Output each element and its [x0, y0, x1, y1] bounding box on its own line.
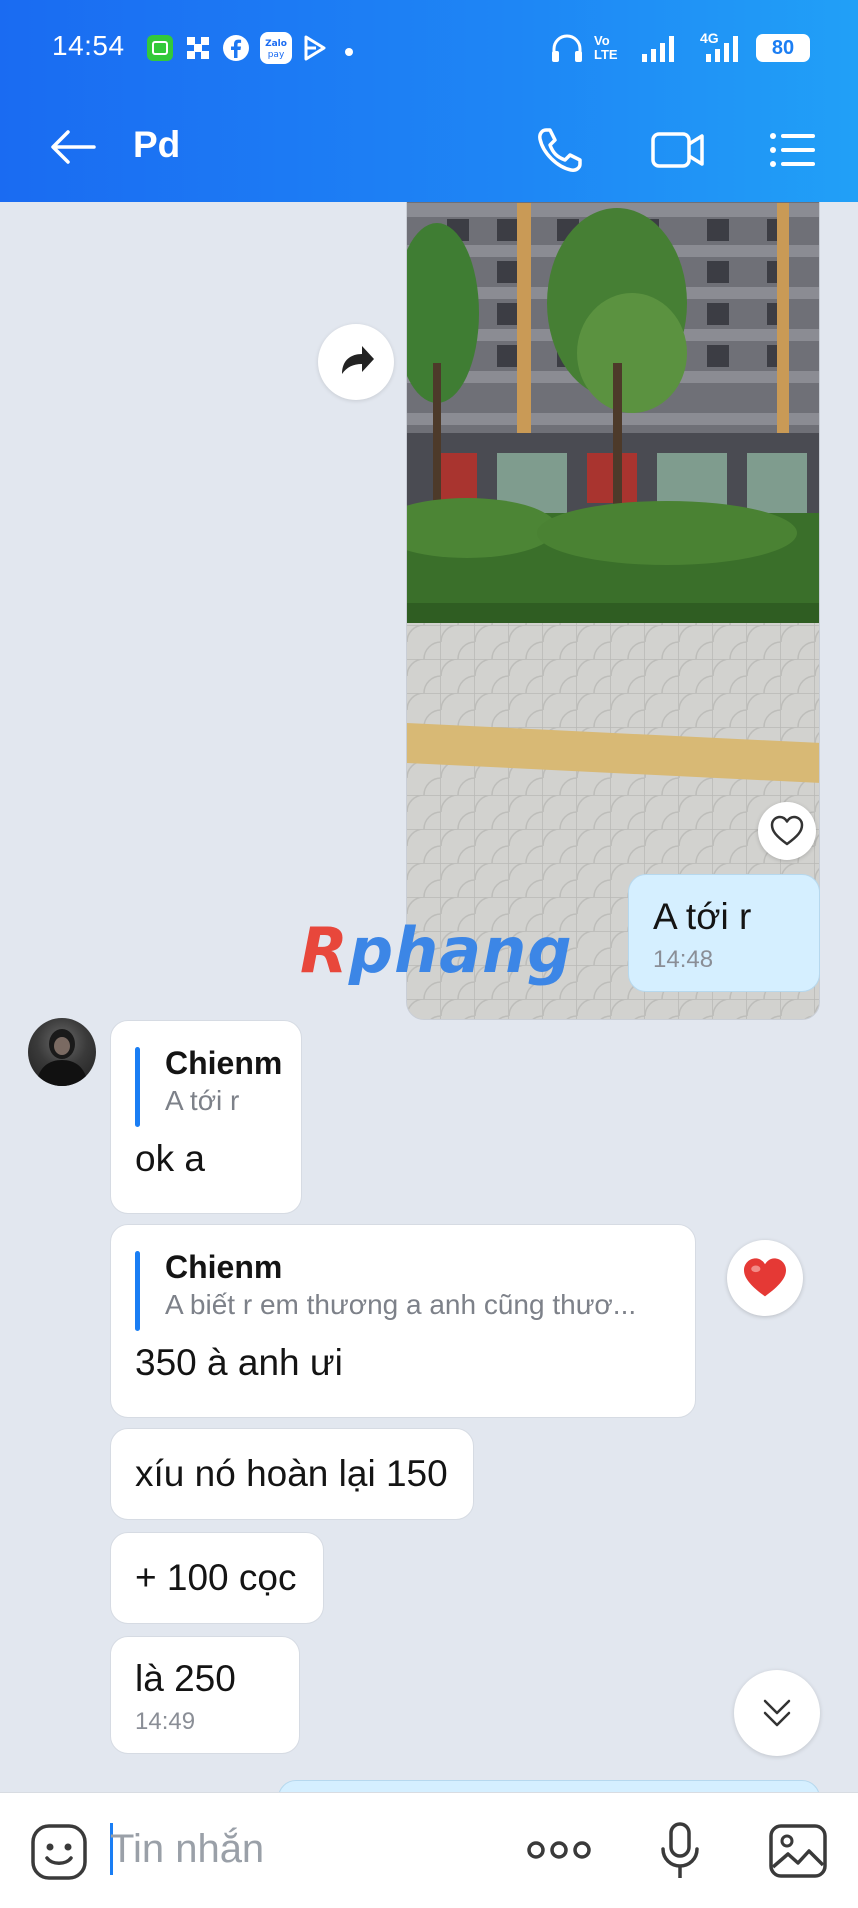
app-icon: [146, 34, 174, 67]
incoming-message[interactable]: Chienm A tới r ok a: [110, 1020, 302, 1214]
quote-sender: Chienm: [165, 1045, 283, 1081]
play-icon: [302, 34, 328, 67]
microphone-icon: [661, 1822, 699, 1878]
share-button[interactable]: [318, 324, 394, 400]
scroll-to-bottom-button[interactable]: [734, 1670, 820, 1756]
phone-icon: [538, 128, 582, 172]
message-text: A tới r: [653, 896, 752, 937]
message-time: 14:49: [135, 1708, 196, 1735]
status-time: 14:54: [52, 30, 125, 61]
facebook-icon: [222, 34, 250, 67]
more-icon: [527, 1841, 591, 1859]
quote-accent-bar: [135, 1251, 140, 1331]
zalopay-icon: Zalo pay: [259, 31, 293, 70]
send-image-button[interactable]: [768, 1823, 828, 1884]
heart-reaction-button[interactable]: [727, 1240, 803, 1316]
incoming-message[interactable]: là 250 14:49: [110, 1636, 300, 1754]
watermark-rest: phang: [348, 914, 573, 987]
back-button[interactable]: [46, 122, 106, 172]
incoming-message[interactable]: + 100 cọc: [110, 1532, 324, 1624]
double-chevron-down-icon: [763, 1699, 791, 1727]
sticker-button[interactable]: [30, 1823, 88, 1886]
photo-react-button[interactable]: [758, 802, 816, 860]
video-camera-icon: [651, 132, 704, 168]
quote-text: A tới r: [165, 1085, 240, 1116]
avatar[interactable]: [28, 1018, 96, 1086]
quoted-reply[interactable]: Chienm A tới r: [135, 1043, 283, 1127]
quote-text: A biết r em thương a anh cũng thươ...: [165, 1289, 637, 1320]
message-time: 14:48: [653, 946, 714, 973]
grid-icon: [184, 34, 212, 67]
app-header: 14:54 Zalo pay Vo LTE 4G 80 Pd: [0, 0, 858, 202]
signal-icon-2: [704, 34, 744, 69]
svg-text:Zalo: Zalo: [265, 39, 287, 49]
voice-call-button[interactable]: [532, 122, 592, 178]
quote-sender: Chienm: [165, 1249, 283, 1285]
volte-label: Vo LTE: [594, 33, 618, 62]
signal-icon: [640, 34, 680, 69]
avatar-image: [36, 1029, 88, 1086]
message-list[interactable]: A tới r 14:48 Rphang Chienm A tới r ok a…: [0, 202, 858, 1792]
svg-text:pay: pay: [268, 50, 285, 60]
headphones-icon: [550, 34, 584, 69]
list-menu-icon: [770, 133, 815, 167]
message-text: xíu nó hoàn lại 150: [135, 1453, 448, 1494]
incoming-message[interactable]: Chienm A biết r em thương a anh cũng thư…: [110, 1224, 696, 1418]
quoted-reply[interactable]: Chienm A biết r em thương a anh cũng thư…: [135, 1247, 671, 1331]
more-options-button[interactable]: [526, 1835, 592, 1870]
chat-toolbar: Pd: [0, 100, 858, 202]
quote-accent-bar: [135, 1047, 140, 1127]
image-icon: [769, 1824, 827, 1878]
outgoing-message-partial[interactable]: [278, 1780, 820, 1792]
outgoing-message[interactable]: A tới r 14:48: [628, 874, 820, 992]
arrow-left-icon: [51, 130, 96, 164]
status-bar: 14:54 Zalo pay Vo LTE 4G 80: [0, 0, 858, 100]
message-text: là 250: [135, 1658, 236, 1699]
message-composer: Tin nhắn: [0, 1792, 858, 1908]
share-arrow-icon: [342, 346, 374, 374]
message-text: + 100 cọc: [135, 1557, 297, 1598]
battery-level: 80: [771, 37, 795, 59]
dot-icon: [344, 44, 354, 62]
chat-title[interactable]: Pd: [133, 124, 180, 166]
video-call-button[interactable]: [648, 122, 708, 178]
incoming-message[interactable]: xíu nó hoàn lại 150: [110, 1428, 474, 1520]
message-text: ok a: [135, 1138, 205, 1179]
voice-message-button[interactable]: [658, 1821, 702, 1886]
chat-options-button[interactable]: [764, 122, 824, 178]
message-input[interactable]: Tin nhắn: [110, 1827, 264, 1872]
watermark-first-letter: R: [300, 914, 349, 987]
heart-outline-icon: [770, 815, 804, 846]
watermark-logo: Rphang: [300, 914, 572, 994]
battery-icon: 80: [756, 34, 810, 62]
red-heart-icon: [744, 1258, 786, 1297]
message-text: 350 à anh ưi: [135, 1342, 343, 1383]
sticker-icon: [31, 1824, 87, 1880]
